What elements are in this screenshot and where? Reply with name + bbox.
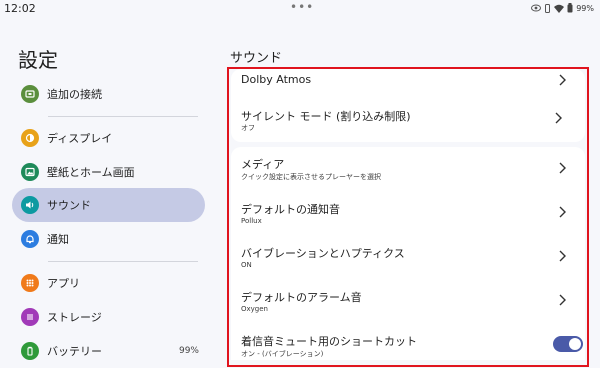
bell-icon — [21, 230, 39, 248]
status-time: 12:02 — [4, 2, 36, 15]
chevron-right-icon — [559, 206, 566, 218]
volume-icon — [21, 196, 39, 214]
row-subtitle: オフ — [241, 124, 255, 132]
chevron-right-icon — [559, 162, 566, 174]
eye-icon — [531, 4, 542, 12]
sidebar-item-connections[interactable]: 追加の接続 — [12, 77, 205, 111]
chevron-right-icon — [559, 250, 566, 262]
row-subtitle: Pollux — [241, 217, 262, 225]
row-ringer-mute-shortcut[interactable]: 着信音ミュート用のショートカット オン - (バイブレーション) — [231, 323, 585, 360]
battery-status-icon — [567, 3, 573, 13]
status-icons: 99% — [531, 3, 594, 13]
wifi-icon — [554, 4, 565, 13]
row-subtitle: オン - (バイブレーション) — [241, 350, 324, 358]
row-title: メディア — [241, 158, 285, 171]
row-dolby-atmos[interactable]: Dolby Atmos — [231, 69, 585, 91]
settings-card: メディア クイック設定に表示させるプレーヤーを選択 デフォルトの通知音 Poll… — [231, 147, 585, 360]
row-do-not-disturb[interactable]: サイレント モード (割り込み制限) オフ — [231, 97, 585, 137]
sidebar-item-label: 追加の接続 — [47, 88, 102, 101]
sidebar-item-notifications[interactable]: 通知 — [12, 222, 205, 256]
settings-title: 設定 — [18, 48, 58, 72]
toggle-knob — [569, 338, 581, 350]
status-bar: 12:02 ••• 99% — [0, 0, 600, 18]
row-vibration-haptics[interactable]: バイブレーションとハプティクス ON — [231, 235, 585, 279]
chevron-right-icon — [559, 294, 566, 306]
row-title: サイレント モード (割り込み制限) — [241, 110, 411, 123]
sidebar-item-label: バッテリー — [47, 345, 102, 358]
chevron-right-icon — [555, 112, 562, 124]
sidebar-item-battery[interactable]: バッテリー 99% — [12, 334, 205, 368]
sidebar-item-label: アプリ — [47, 277, 80, 290]
sidebar-item-sound[interactable]: サウンド — [12, 188, 205, 222]
storage-icon — [21, 308, 39, 326]
wallpaper-icon — [21, 163, 39, 181]
row-media[interactable]: メディア クイック設定に表示させるプレーヤーを選択 — [231, 147, 585, 191]
vibrate-icon — [545, 3, 551, 13]
row-title: デフォルトの通知音 — [241, 203, 340, 216]
row-title: 着信音ミュート用のショートカット — [241, 335, 417, 348]
display-icon — [21, 129, 39, 147]
row-alarm-sound[interactable]: デフォルトのアラーム音 Oxygen — [231, 279, 585, 323]
sidebar-item-label: ストレージ — [47, 311, 102, 324]
connections-icon — [21, 85, 39, 103]
sidebar-item-label: サウンド — [47, 199, 91, 212]
row-title: バイブレーションとハプティクス — [241, 247, 405, 260]
shortcut-toggle[interactable] — [553, 336, 583, 352]
sidebar-item-label: 壁紙とホーム画面 — [47, 166, 135, 179]
row-subtitle: ON — [241, 261, 252, 269]
row-title: Dolby Atmos — [241, 73, 312, 86]
sidebar-item-label: 通知 — [47, 233, 69, 246]
row-subtitle: クイック設定に表示させるプレーヤーを選択 — [241, 173, 381, 181]
sidebar-item-apps[interactable]: アプリ — [12, 266, 205, 300]
apps-icon — [21, 274, 39, 292]
row-title: デフォルトのアラーム音 — [241, 291, 362, 304]
sidebar-item-label: ディスプレイ — [47, 132, 113, 145]
sidebar-item-storage[interactable]: ストレージ — [12, 300, 205, 334]
sidebar-item-display[interactable]: ディスプレイ — [12, 121, 205, 155]
row-subtitle: Oxygen — [241, 305, 268, 313]
row-notification-sound[interactable]: デフォルトの通知音 Pollux — [231, 191, 585, 235]
battery-value: 99% — [178, 346, 199, 356]
status-dots: ••• — [290, 0, 315, 14]
sidebar-item-wallpaper[interactable]: 壁紙とホーム画面 — [12, 155, 205, 189]
settings-card: Dolby Atmos サイレント モード (割り込み制限) オフ — [231, 69, 585, 142]
sidebar-divider — [48, 261, 198, 262]
battery-icon — [21, 342, 39, 360]
battery-percent: 99% — [576, 3, 594, 13]
section-title: サウンド — [230, 51, 283, 66]
chevron-right-icon — [559, 74, 566, 86]
sidebar-divider — [48, 116, 198, 117]
